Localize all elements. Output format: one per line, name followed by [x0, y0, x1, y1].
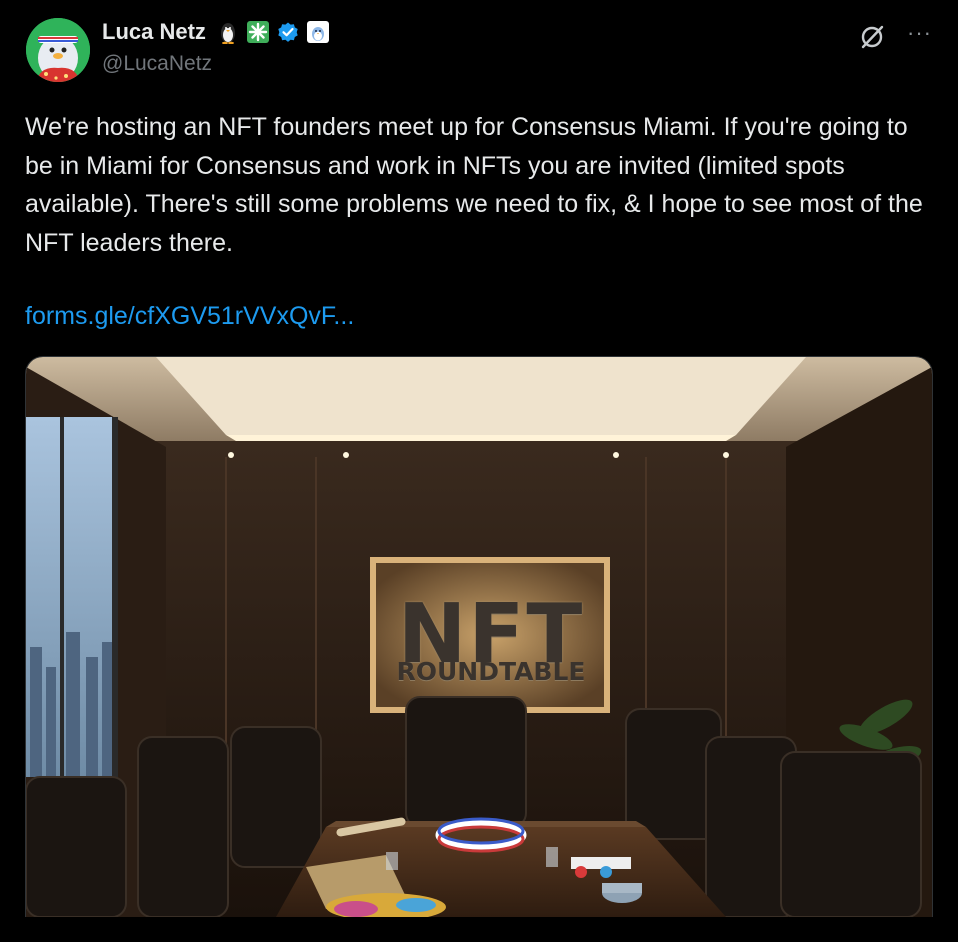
affiliate-penguin-icon[interactable]	[306, 20, 330, 44]
sign-subtitle: ROUNDTABLE	[396, 657, 586, 686]
post-image[interactable]: NFT ROUNDTABLE	[25, 356, 933, 917]
author-name-row: Luca Netz	[102, 17, 330, 47]
post-link[interactable]: forms.gle/cfXGV51rVVxQvF...	[25, 302, 354, 331]
grok-icon[interactable]	[859, 24, 885, 50]
post-top-actions: ···	[859, 22, 932, 52]
verified-badge-icon[interactable]	[276, 20, 300, 44]
post-card: Luca Netz @LucaNetz ··· We're hosting an…	[0, 0, 958, 942]
author-avatar[interactable]	[26, 18, 90, 82]
green-sparkle-icon	[246, 20, 270, 44]
more-options-icon[interactable]: ···	[907, 22, 932, 52]
post-text: We're hosting an NFT founders meet up fo…	[25, 113, 923, 257]
penguin-emoji-icon	[216, 20, 240, 44]
author-handle[interactable]: @LucaNetz	[102, 52, 212, 76]
author-display-name[interactable]: Luca Netz	[102, 19, 206, 45]
